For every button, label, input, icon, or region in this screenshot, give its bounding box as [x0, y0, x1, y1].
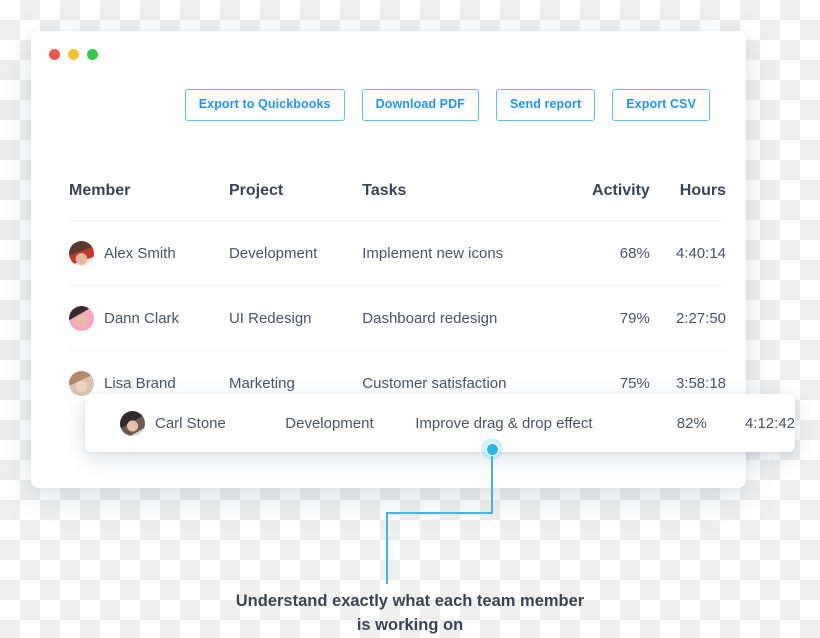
table-row[interactable]: Alex Smith Development Implement new ico…: [69, 220, 726, 285]
member-cell: Lisa Brand: [69, 370, 229, 396]
avatar: [69, 370, 94, 396]
hours-cell: 4:40:14: [675, 244, 726, 262]
column-header-project: Project: [228, 182, 284, 199]
table-row[interactable]: Dann Clark UI Redesign Dashboard redesig…: [69, 285, 726, 350]
activity-cell: 82%: [676, 414, 707, 432]
activity-cell: 79%: [619, 309, 650, 327]
project-cell: Marketing: [228, 374, 295, 392]
column-header-tasks: Tasks: [362, 182, 407, 199]
download-pdf-button[interactable]: Download PDF: [361, 89, 479, 121]
callout-line-vertical-lower: [386, 512, 388, 584]
task-cell: Dashboard redesign: [362, 309, 498, 327]
callout-caption-line-1: Understand exactly what each team member: [235, 592, 585, 610]
callout-pin-core: [486, 443, 498, 455]
callout-caption-line-2: is working on: [356, 615, 464, 634]
member-name: Lisa Brand: [104, 374, 176, 392]
window-maximize-dot[interactable]: [87, 49, 98, 60]
activity-cell: 75%: [619, 374, 650, 392]
window-close-dot[interactable]: [49, 49, 60, 60]
task-cell: Improve drag & drop effect: [415, 414, 593, 432]
member-cell: Alex Smith: [69, 240, 229, 266]
window-minimize-dot[interactable]: [68, 49, 79, 60]
avatar: [120, 410, 145, 436]
member-cell: Dann Clark: [69, 305, 229, 331]
activity-cell: 68%: [619, 244, 650, 262]
column-header-hours: Hours: [679, 182, 726, 199]
hours-cell: 4:12:42: [744, 414, 795, 432]
avatar: [69, 305, 94, 331]
highlighted-table-row[interactable]: Carl Stone Development Improve drag & dr…: [85, 394, 795, 452]
member-name: Dann Clark: [104, 309, 180, 327]
time-report-table: Member Project Tasks Activity Hours Alex…: [69, 162, 726, 415]
export-actions-toolbar: Export to Quickbooks Download PDF Send r…: [184, 89, 710, 121]
project-cell: UI Redesign: [228, 309, 312, 327]
task-cell: Customer satisfaction: [362, 374, 507, 392]
callout-caption: Understand exactly what each team member…: [0, 590, 820, 638]
task-cell: Implement new icons: [362, 244, 504, 262]
column-header-member: Member: [69, 182, 131, 199]
window-traffic-lights: [49, 49, 98, 60]
hours-cell: 2:27:50: [675, 309, 726, 327]
avatar: [69, 240, 94, 266]
member-name: Carl Stone: [155, 414, 226, 432]
project-cell: Development: [285, 414, 374, 432]
callout-line-horizontal: [386, 512, 493, 514]
send-report-button[interactable]: Send report: [495, 89, 596, 121]
column-header-activity: Activity: [592, 182, 650, 199]
table-header-row: Member Project Tasks Activity Hours: [69, 162, 726, 220]
member-name: Alex Smith: [104, 244, 176, 262]
export-quickbooks-button[interactable]: Export to Quickbooks: [184, 89, 345, 121]
export-csv-button[interactable]: Export CSV: [612, 89, 710, 121]
member-cell: Carl Stone: [120, 410, 285, 436]
project-cell: Development: [228, 244, 318, 262]
hours-cell: 3:58:18: [675, 374, 726, 392]
callout-line-vertical-upper: [491, 456, 493, 514]
